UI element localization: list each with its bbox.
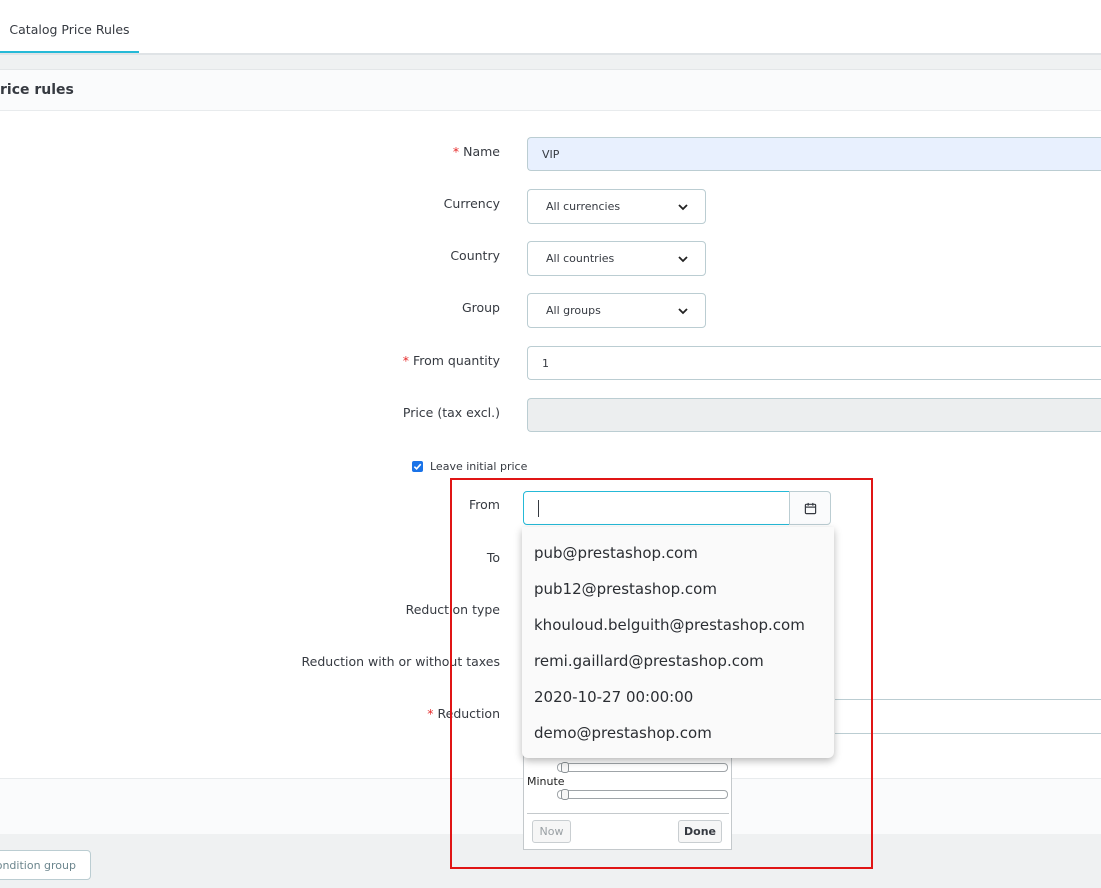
- to-label: To: [486, 550, 500, 565]
- hour-slider-handle[interactable]: [561, 762, 569, 773]
- group-select[interactable]: All groups: [527, 293, 706, 328]
- country-label: Country: [450, 248, 500, 263]
- chevron-down-icon: [678, 307, 688, 314]
- autocomplete-item[interactable]: remi.gaillard@prestashop.com: [534, 652, 764, 670]
- country-select[interactable]: All countries: [527, 241, 706, 276]
- leave-initial-price-checkbox[interactable]: [412, 461, 423, 472]
- tab-catalog-price-rules[interactable]: Catalog Price Rules: [0, 7, 139, 53]
- name-input[interactable]: VIP: [527, 137, 1101, 171]
- tab-bar: Catalog Price Rules: [0, 7, 1101, 55]
- done-button[interactable]: Done: [678, 820, 722, 843]
- picker-divider: [527, 813, 729, 814]
- autocomplete-item[interactable]: demo@prestashop.com: [534, 724, 712, 742]
- country-selected: All countries: [546, 252, 615, 265]
- minute-slider-handle[interactable]: [561, 789, 569, 800]
- panel-title: rice rules: [0, 82, 74, 98]
- leave-initial-price-row[interactable]: Leave initial price: [412, 460, 527, 473]
- add-condition-group-button[interactable]: ondition group: [0, 850, 91, 880]
- from-calendar-button[interactable]: [789, 491, 831, 525]
- name-label: * Name: [452, 144, 500, 159]
- reduction-label: * Reduction: [427, 706, 500, 721]
- leave-initial-price-label: Leave initial price: [430, 460, 528, 473]
- check-icon: [413, 463, 422, 471]
- from-quantity-label: * From quantity: [402, 353, 500, 368]
- required-marker: *: [427, 706, 434, 721]
- currency-label: Currency: [443, 196, 500, 211]
- from-quantity-input[interactable]: 1: [527, 346, 1101, 380]
- price-label: Price (tax excl.): [402, 405, 500, 420]
- required-marker: *: [452, 144, 460, 159]
- chevron-down-icon: [678, 203, 688, 210]
- group-label: Group: [461, 300, 500, 315]
- reduction-input-edge: [835, 733, 1101, 734]
- hour-slider[interactable]: [557, 762, 728, 773]
- price-input: [527, 398, 1101, 432]
- autocomplete-item[interactable]: khouloud.belguith@prestashop.com: [534, 616, 805, 634]
- panel-header: rice rules: [0, 70, 1101, 111]
- from-label: From: [469, 497, 500, 512]
- autocomplete-item[interactable]: pub@prestashop.com: [534, 544, 698, 562]
- group-selected: All groups: [546, 304, 601, 317]
- chevron-down-icon: [678, 255, 688, 262]
- autocomplete-item[interactable]: pub12@prestashop.com: [534, 580, 717, 598]
- autocomplete-dropdown: pub@prestashop.com pub12@prestashop.com …: [522, 527, 834, 758]
- minute-label: Minute: [527, 775, 565, 788]
- required-marker: *: [402, 353, 409, 368]
- currency-selected: All currencies: [546, 200, 621, 213]
- autocomplete-item[interactable]: 2020-10-27 00:00:00: [534, 688, 693, 706]
- reduction-tax-label: Reduction with or without taxes: [301, 654, 500, 669]
- now-button[interactable]: Now: [532, 820, 571, 843]
- currency-select[interactable]: All currencies: [527, 189, 706, 224]
- minute-slider[interactable]: [557, 789, 728, 800]
- reduction-type-label: Reduction type: [405, 602, 500, 617]
- text-caret: [538, 500, 539, 517]
- calendar-icon: [804, 502, 816, 514]
- reduction-input-edge: [835, 699, 1101, 700]
- from-date-input[interactable]: [523, 491, 790, 525]
